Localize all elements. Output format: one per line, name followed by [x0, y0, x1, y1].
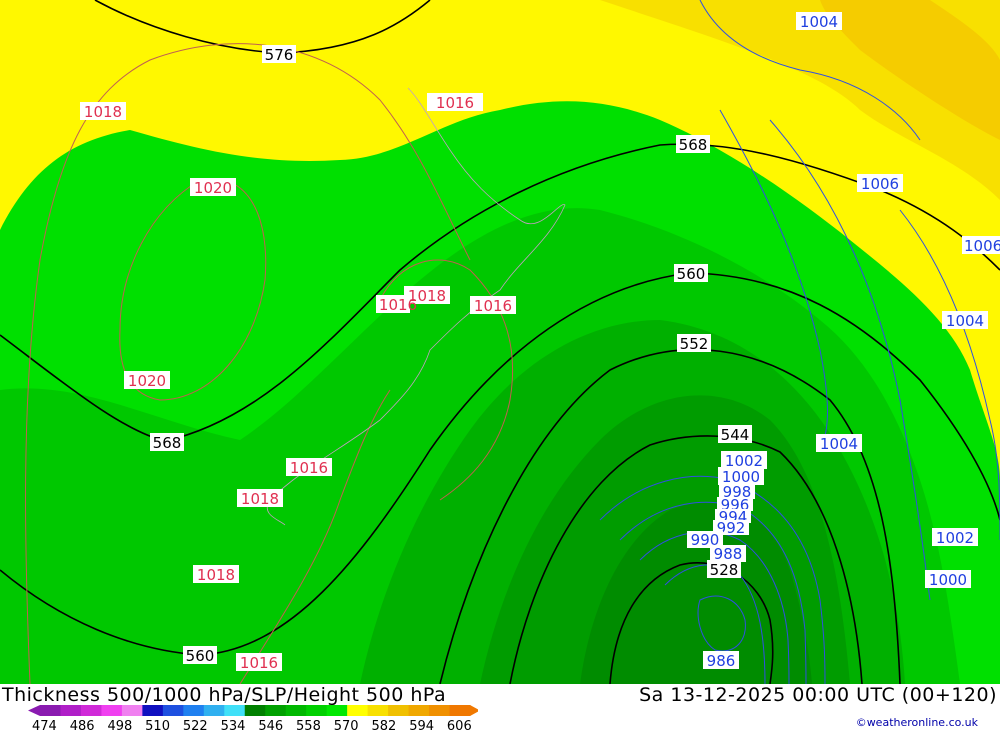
svg-text:1018: 1018: [197, 566, 235, 584]
slp-label-1018: 1018: [193, 565, 239, 584]
svg-text:1020: 1020: [194, 179, 232, 197]
svg-text:560: 560: [677, 265, 706, 283]
svg-text:1016: 1016: [290, 459, 328, 477]
color-scale: 474 486 498 510 522 534 546 558 570 582 594 606: [28, 705, 478, 731]
scale-swatch: [265, 705, 287, 716]
svg-text:1006: 1006: [861, 175, 899, 193]
svg-text:1016: 1016: [379, 296, 417, 314]
scale-swatch: [203, 705, 225, 716]
scale-swatch: [408, 705, 430, 716]
svg-text:1018: 1018: [241, 490, 279, 508]
height-label-568: 568: [150, 433, 184, 452]
scale-swatch: [224, 705, 246, 716]
slp-label-1006: 1006: [962, 236, 1000, 255]
slp-label-1004: 1004: [942, 311, 988, 330]
svg-text:560: 560: [186, 647, 215, 665]
height-label-576: 576: [262, 45, 296, 64]
scale-tick-label: 558: [296, 719, 321, 731]
svg-text:568: 568: [153, 434, 182, 452]
svg-text:1006: 1006: [964, 237, 1000, 255]
svg-text:1004: 1004: [946, 312, 984, 330]
svg-text:552: 552: [680, 335, 709, 353]
slp-label-1016: 1016: [286, 458, 332, 477]
scale-swatch: [285, 705, 307, 716]
map-canvas: 576 568 568 560 560 552 544 528 1018 101…: [0, 0, 1000, 684]
scale-tick-label: 522: [183, 719, 208, 731]
slp-label-1020: 1020: [124, 371, 170, 390]
scale-tick-label: 474: [32, 719, 57, 731]
height-label-560: 560: [183, 646, 217, 665]
slp-label-1004: 1004: [816, 434, 862, 453]
slp-label-1004: 1004: [796, 12, 842, 31]
svg-text:1002: 1002: [936, 529, 974, 547]
scale-tick-label: 582: [371, 719, 396, 731]
svg-text:1004: 1004: [800, 13, 838, 31]
svg-text:1000: 1000: [929, 571, 967, 589]
scale-swatch: [183, 705, 205, 716]
map-footer: Thickness 500/1000 hPa/SLP/Height 500 hP…: [0, 684, 1000, 733]
height-label-568: 568: [676, 135, 710, 154]
scale-tick-label: 498: [107, 719, 132, 731]
scale-swatch: [449, 705, 471, 716]
svg-text:528: 528: [710, 561, 739, 579]
scale-swatch: [80, 705, 102, 716]
height-label-552: 552: [677, 334, 711, 353]
scale-swatch: [244, 705, 266, 716]
scale-swatch: [388, 705, 410, 716]
slp-label-986: 986: [703, 651, 739, 670]
slp-label-1016: 1016: [427, 93, 483, 112]
svg-text:568: 568: [679, 136, 708, 154]
scale-tick-label: 570: [334, 719, 359, 731]
scale-tick-label: 486: [70, 719, 95, 731]
scale-swatch: [347, 705, 369, 716]
slp-label-1016: 1016: [470, 296, 516, 315]
scale-swatch: [60, 705, 82, 716]
height-label-560: 560: [674, 264, 708, 283]
svg-text:1018: 1018: [84, 103, 122, 121]
scale-swatch: [121, 705, 143, 716]
slp-label-1018: 1018: [237, 489, 283, 508]
scale-swatch: [306, 705, 328, 716]
scale-tick-label: 606: [447, 719, 472, 731]
scale-tick-label: 510: [145, 719, 170, 731]
slp-label-1020: 1020: [190, 178, 236, 197]
scale-swatch: [142, 705, 164, 716]
scale-swatch: [162, 705, 184, 716]
scale-swatch: [326, 705, 348, 716]
svg-text:986: 986: [707, 652, 736, 670]
map-title: Thickness 500/1000 hPa/SLP/Height 500 hP…: [2, 684, 447, 706]
svg-text:1016: 1016: [436, 94, 474, 112]
scale-swatch: [367, 705, 389, 716]
svg-text:1016: 1016: [474, 297, 512, 315]
slp-label-1018: 1018: [80, 102, 126, 121]
svg-text:1004: 1004: [820, 435, 858, 453]
scale-arrow-left: [28, 705, 40, 716]
scale-arrow-right: [470, 705, 478, 716]
scale-tick-label: 546: [258, 719, 283, 731]
credit-link[interactable]: ©weatheronline.co.uk: [856, 716, 978, 729]
scale-swatch: [40, 705, 61, 716]
slp-label-1006: 1006: [857, 174, 903, 193]
slp-label-1002: 1002: [932, 528, 978, 547]
scale-swatch: [429, 705, 451, 716]
color-scale-bar: 474 486 498 510 522 534 546 558 570 582 594 606: [28, 705, 478, 731]
scale-tick-label: 594: [409, 719, 434, 731]
height-label-544: 544: [718, 425, 752, 444]
valid-time: Sa 13-12-2025 00:00 UTC (00+120): [639, 684, 997, 706]
weather-map: 576 568 568 560 560 552 544 528 1018 101…: [0, 0, 1000, 684]
svg-text:544: 544: [721, 426, 750, 444]
slp-label-1016: 1016: [236, 653, 282, 672]
svg-text:1016: 1016: [240, 654, 278, 672]
slp-label-1000: 1000: [925, 570, 971, 589]
svg-text:1020: 1020: [128, 372, 166, 390]
svg-text:576: 576: [265, 46, 294, 64]
svg-text:988: 988: [714, 545, 743, 563]
slp-label-1016: 1016: [376, 295, 417, 314]
scale-tick-label: 534: [221, 719, 246, 731]
slp-label-988: 988: [710, 545, 746, 563]
scale-swatch: [101, 705, 123, 716]
